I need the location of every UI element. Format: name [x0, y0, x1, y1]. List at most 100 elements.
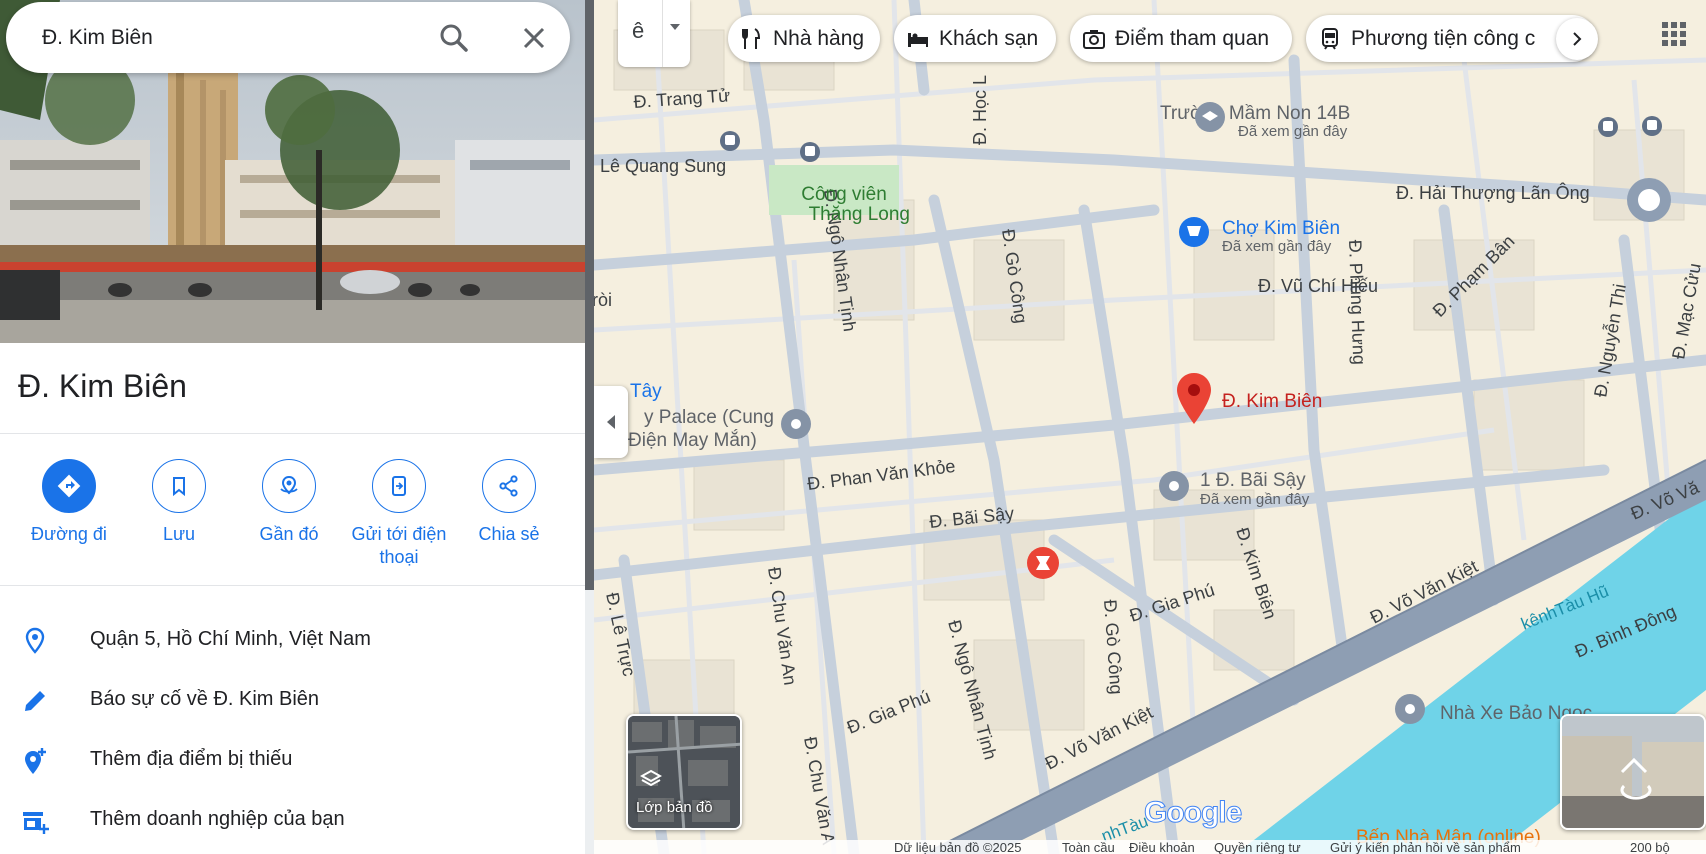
map-footer: Dữ liệu bản đồ ©2025 Toàn cầu Điều khoản…	[594, 840, 1706, 854]
panel-scrollbar[interactable]	[585, 0, 594, 590]
map-tiles[interactable]: Đ. Trang Tử Lê Quang Sung Đ. Hải Thượng …	[594, 0, 1706, 854]
share-button[interactable]: Chia sẻ	[454, 459, 564, 546]
add-missing-place-row[interactable]: Thêm địa điểm bị thiếu	[0, 732, 585, 788]
chip-restaurants[interactable]: Nhà hàng	[728, 15, 880, 62]
save-label: Lưu	[162, 524, 196, 544]
google-maps-app: Đ. Kim Biên Đường đi Lưu Gần đó	[0, 0, 1706, 854]
layers-button[interactable]: Lớp bản đồ	[626, 714, 742, 830]
apps-grid-icon[interactable]	[1656, 16, 1692, 52]
panel-scrollbar-track	[585, 590, 594, 854]
nearby-button[interactable]: Gần đó	[234, 459, 344, 546]
address-row[interactable]: Quận 5, Hồ Chí Minh, Việt Nam	[0, 612, 585, 668]
report-issue-row[interactable]: Báo sự cố về Đ. Kim Biên	[0, 672, 585, 728]
footer-scale[interactable]: 200 bộ	[1630, 840, 1670, 854]
divider	[662, 0, 663, 67]
poi-label-palace-2[interactable]: y Palace (Cung	[644, 407, 774, 428]
chip-label: Điểm tham quan	[1115, 26, 1270, 50]
chip-label: Phương tiện công c	[1351, 26, 1536, 50]
footer-map-data[interactable]: Dữ liệu bản đồ ©2025	[894, 840, 1021, 854]
poi-label-bai-say[interactable]: 1 Đ. Bãi Sậy	[1200, 470, 1306, 491]
bus-stop-icon[interactable]	[800, 142, 820, 162]
poi-label-truong-mam-non[interactable]: Trường Mầm Non 14B	[1160, 103, 1350, 124]
nearby-label: Gần đó	[259, 524, 319, 544]
bookmark-icon	[152, 459, 206, 513]
save-button[interactable]: Lưu	[124, 459, 234, 546]
road-label-hoc-lac: Đ. Học L	[970, 75, 990, 145]
chip-transit[interactable]: Phương tiện công c	[1306, 15, 1596, 62]
bus-stop-icon[interactable]	[1598, 117, 1618, 137]
poi-label-selected[interactable]: Đ. Kim Biên	[1222, 391, 1322, 412]
add-missing-place-text: Thêm địa điểm bị thiếu	[90, 748, 293, 770]
address-text: Quận 5, Hồ Chí Minh, Việt Nam	[90, 628, 371, 650]
poi-label-cho-kim-bien[interactable]: Chợ Kim Biên	[1222, 218, 1340, 239]
place-title: Đ. Kim Biên	[18, 368, 187, 404]
layers-icon	[640, 769, 662, 787]
share-label: Chia sẻ	[478, 524, 540, 544]
input-tools-button[interactable]: ê	[618, 0, 690, 67]
road-label-vu-chi-hieu: Đ. Vũ Chí Hiếu	[1258, 276, 1378, 296]
divider	[0, 585, 585, 586]
search-icon[interactable]	[436, 20, 472, 56]
bus-stop-icon[interactable]	[1642, 116, 1662, 136]
chip-label: Khách sạn	[939, 26, 1039, 50]
caret-left-icon	[607, 415, 615, 429]
directions-icon	[42, 459, 96, 513]
footer-global[interactable]: Toàn cầu	[1062, 840, 1115, 854]
place-panel: Đ. Kim Biên Đường đi Lưu Gần đó	[0, 0, 585, 854]
close-icon[interactable]	[516, 20, 552, 56]
send-to-phone-icon	[372, 459, 426, 513]
road-label-le-quang-sung: Lê Quang Sung	[600, 156, 726, 176]
pencil-icon	[25, 691, 45, 711]
map-canvas[interactable]: Đ. Trang Tử Lê Quang Sung Đ. Hải Thượng …	[594, 0, 1706, 854]
report-issue-text: Báo sự cố về Đ. Kim Biên	[90, 688, 320, 710]
divider	[0, 433, 585, 434]
chip-attractions[interactable]: Điểm tham quan	[1070, 15, 1292, 62]
input-tools-glyph: ê	[632, 18, 645, 43]
add-business-text: Thêm doanh nghiệp của bạn	[90, 808, 345, 830]
poi-label-cong-vien-1[interactable]: Công viên	[801, 184, 887, 205]
poi-sub-bai-say: Đã xem gần đây	[1200, 491, 1310, 508]
action-bar: Đường đi Lưu Gần đó Gửi tới điện thoại C…	[0, 459, 585, 579]
share-icon	[482, 459, 536, 513]
camera-icon	[1083, 29, 1105, 49]
directions-button[interactable]: Đường đi	[14, 459, 124, 546]
location-pin-icon	[25, 627, 45, 654]
chip-hotels[interactable]: Khách sạn	[894, 15, 1056, 62]
search-box[interactable]	[6, 2, 570, 73]
add-location-icon	[25, 748, 46, 774]
search-input[interactable]	[42, 22, 422, 54]
chevron-right-icon	[1573, 32, 1582, 46]
poi-sub-cho-kim-bien: Đã xem gần đây	[1222, 238, 1332, 255]
chip-label: Nhà hàng	[773, 26, 865, 50]
poi-label-cong-vien-2[interactable]: Thăng Long	[809, 204, 910, 225]
add-business-icon	[23, 812, 49, 834]
poi-label-palace-1[interactable]: Tây	[630, 381, 662, 402]
bus-stop-icon[interactable]	[720, 131, 740, 151]
hotel-icon	[908, 32, 928, 47]
palace-marker-icon[interactable]	[781, 409, 811, 439]
road-label-hai-thuong-lan-ong: Đ. Hải Thượng Lãn Ông	[1396, 182, 1590, 203]
google-logo: Google	[1143, 796, 1242, 830]
footer-feedback[interactable]: Gửi ý kiến phản hồi về sản phẩm	[1330, 840, 1521, 854]
footer-terms[interactable]: Điều khoản	[1129, 840, 1195, 854]
chevron-down-icon[interactable]	[670, 24, 680, 30]
chips-next-button[interactable]	[1556, 18, 1598, 60]
footer-privacy[interactable]: Quyền riêng tư	[1214, 840, 1301, 854]
restaurant-icon	[742, 27, 761, 49]
poi-sub-truong-mam-non: Đã xem gần đây	[1238, 123, 1348, 140]
send-to-phone-label: Gửi tới điện thoại	[351, 524, 447, 567]
market-marker-icon[interactable]	[1179, 217, 1209, 247]
road-label-roi: ròi	[594, 290, 612, 310]
street-view-thumbnail[interactable]	[1560, 714, 1706, 830]
directions-label: Đường đi	[31, 524, 107, 544]
poi-label-palace-3[interactable]: Điện May Mắn)	[628, 429, 757, 451]
send-to-phone-button[interactable]: Gửi tới điện thoại	[344, 459, 454, 569]
place-marker-icon[interactable]	[1159, 471, 1189, 501]
temple-marker-icon[interactable]	[1027, 547, 1059, 579]
nearby-icon	[262, 459, 316, 513]
transit-icon	[1322, 27, 1338, 50]
school-marker-icon[interactable]	[1195, 102, 1225, 132]
bus-station-marker-icon[interactable]	[1395, 694, 1425, 724]
add-business-row[interactable]: Thêm doanh nghiệp của bạn	[0, 792, 585, 848]
collapse-panel-button[interactable]	[594, 386, 628, 458]
